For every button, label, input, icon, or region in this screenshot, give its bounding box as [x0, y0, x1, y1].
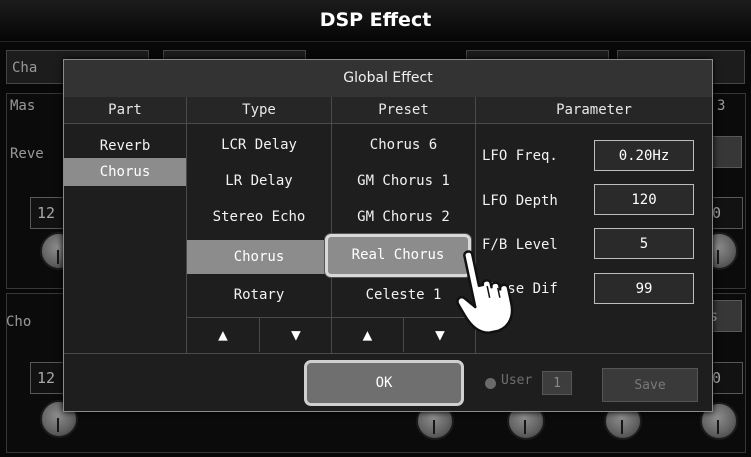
double-down-arrow-icon: ▼	[291, 325, 301, 344]
user-number-field[interactable]: 1	[542, 371, 572, 395]
global-effect-dialog: Global Effect Part Type Preset Parameter…	[63, 59, 713, 412]
double-up-arrow-icon: ▲	[362, 325, 373, 344]
type-item[interactable]: LR Delay	[187, 166, 331, 197]
part-header: Part	[64, 97, 186, 124]
param-value-lfo-depth[interactable]: 120	[594, 184, 694, 215]
user-label: User	[501, 373, 533, 388]
preset-header: Preset	[332, 97, 475, 124]
type-scroll-down-button[interactable]: ▼	[259, 317, 332, 352]
user-radio[interactable]	[485, 378, 496, 389]
save-button[interactable]: Save	[602, 368, 698, 402]
param-label-lfo-depth: LFO Depth	[482, 193, 558, 209]
parameter-header: Parameter	[476, 97, 712, 124]
preset-item[interactable]: Chorus 6	[332, 130, 475, 161]
double-up-arrow-icon: ▲	[218, 325, 228, 344]
type-item[interactable]: LCR Delay	[187, 130, 331, 161]
dialog-title: Global Effect	[64, 60, 712, 98]
type-header: Type	[187, 97, 331, 124]
title-bar: DSP Effect	[0, 0, 751, 42]
type-item[interactable]: Rotary	[187, 280, 331, 311]
param-label-lfo-freq: LFO Freq.	[482, 148, 558, 164]
page-title: DSP Effect	[319, 9, 432, 31]
type-item-selected[interactable]: Chorus	[187, 240, 331, 274]
param-value-phase-dif[interactable]: 99	[594, 273, 694, 304]
ok-button[interactable]: OK	[304, 360, 464, 406]
param-value-fb-level[interactable]: 5	[594, 228, 694, 259]
preset-scroll-up-button[interactable]: ▲	[332, 317, 403, 352]
type-scroll-up-button[interactable]: ▲	[187, 317, 259, 352]
hand-pointer-icon	[456, 250, 514, 334]
part-chorus[interactable]: Chorus	[64, 158, 186, 186]
divider	[64, 353, 712, 354]
dsp-effect-screen: DSP Effect Cha ssor Mas Reve 3 12 0 Cho …	[0, 0, 751, 457]
preset-item[interactable]: GM Chorus 2	[332, 202, 475, 233]
param-value-lfo-freq[interactable]: 0.20Hz	[594, 140, 694, 171]
type-item[interactable]: Stereo Echo	[187, 202, 331, 233]
preset-item[interactable]: GM Chorus 1	[332, 166, 475, 197]
